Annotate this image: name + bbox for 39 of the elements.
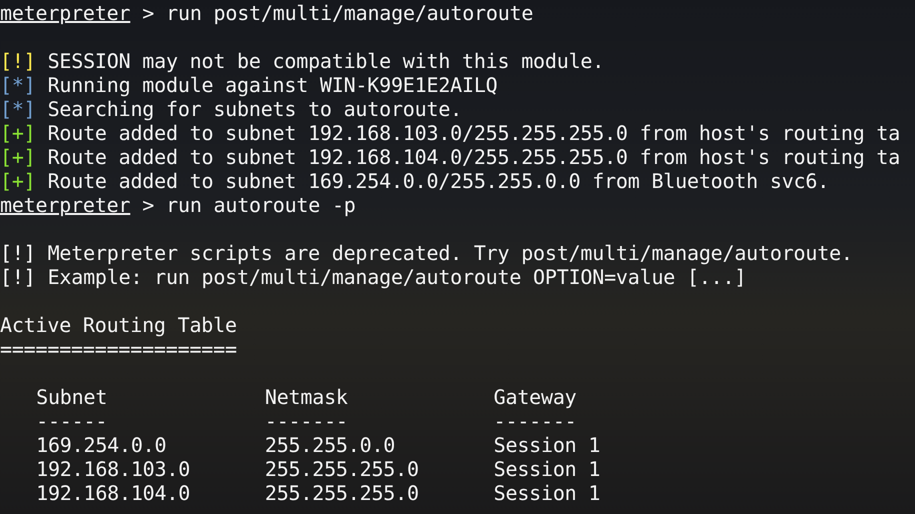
table-cell: Session 1 — [494, 481, 600, 505]
status-tag: [!] — [0, 49, 36, 73]
status-tag: [!] — [0, 241, 36, 265]
header-underline: ------ — [36, 409, 108, 433]
message-text: Running module against WIN-K99E1E2AILQ — [48, 73, 498, 97]
message-text: Example: run post/multi/manage/autoroute OPTION=value [...] — [48, 265, 746, 289]
table-header-cell: Netmask — [264, 385, 348, 409]
status-tag: [*] — [0, 97, 36, 121]
status-tag: [*] — [0, 73, 36, 97]
prompt-symbol: > — [142, 193, 154, 217]
table-cell: Session 1 — [494, 457, 600, 481]
command-text: run post/multi/manage/autoroute — [166, 1, 534, 25]
header-underline: ------- — [494, 409, 577, 433]
table-header-cell: Subnet — [36, 385, 108, 409]
table-cell: 192.168.103.0 — [36, 457, 190, 481]
status-tag: [+] — [0, 145, 36, 169]
header-underline: ------- — [264, 409, 348, 433]
command-text: run autoroute -p — [166, 193, 356, 217]
status-tag: [+] — [0, 121, 36, 145]
status-tag: [+] — [0, 169, 36, 193]
message-text: SESSION may not be compatible with this module. — [48, 49, 604, 73]
table-cell: 192.168.104.0 — [36, 481, 190, 505]
status-tag: [!] — [0, 265, 36, 289]
table-cell: 255.255.255.0 — [264, 457, 419, 481]
prompt-label: meterpreter — [0, 1, 130, 25]
table-cell: 169.254.0.0 — [36, 433, 166, 457]
table-cell: 255.255.255.0 — [264, 481, 419, 505]
table-cell: 255.255.0.0 — [264, 433, 396, 457]
table-cell: Session 1 — [494, 433, 600, 457]
output-text: Active Routing Table — [0, 313, 237, 337]
prompt-symbol: > — [142, 1, 154, 25]
message-text: Route added to subnet 192.168.103.0/255.255.255.0 from host's routing ta — [48, 121, 900, 145]
output-text: ==================== — [0, 337, 237, 361]
message-text: Meterpreter scripts are deprecated. Try post/multi/manage/autoroute. — [48, 241, 853, 265]
message-text: Searching for subnets to autoroute. — [48, 97, 462, 121]
message-text: Route added to subnet 169.254.0.0/255.255.0.0 from Bluetooth svc6. — [48, 169, 830, 193]
table-header-cell: Gateway — [494, 385, 577, 409]
prompt-label: meterpreter — [0, 193, 130, 217]
message-text: Route added to subnet 192.168.104.0/255.255.255.0 from host's routing ta — [48, 145, 900, 169]
